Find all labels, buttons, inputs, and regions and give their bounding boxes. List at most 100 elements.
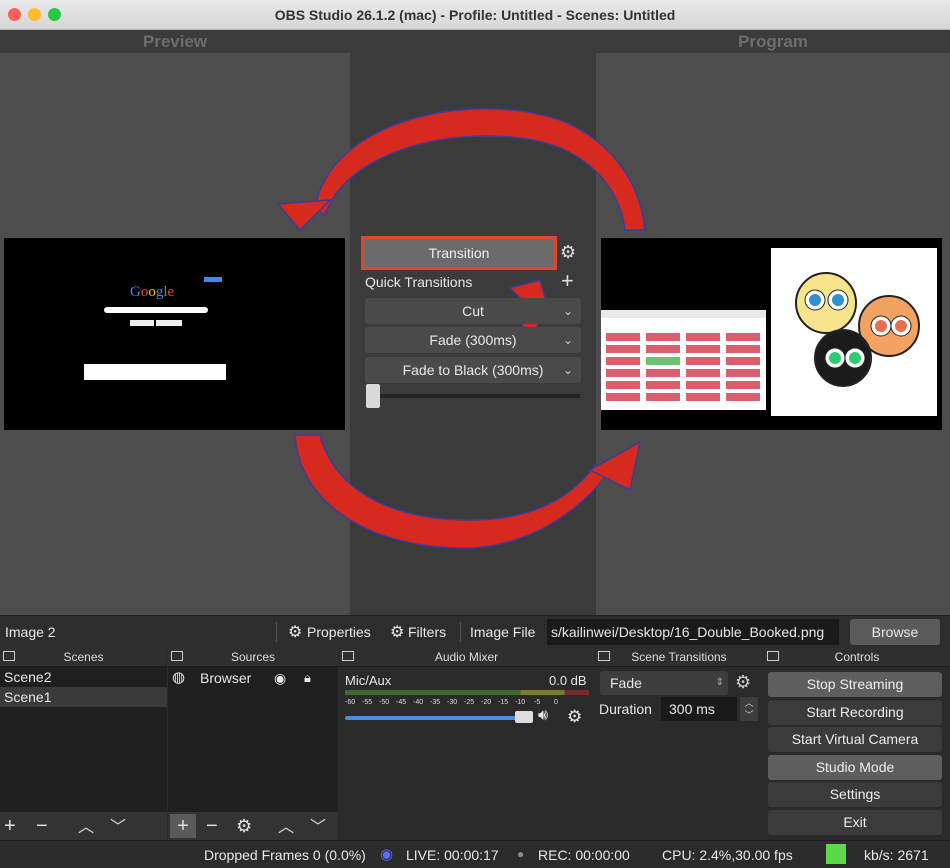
dock-float-icon[interactable] <box>171 651 183 661</box>
minimize-window-button[interactable] <box>28 8 41 21</box>
quick-transition-cut[interactable]: Cut ⌄ <box>365 298 581 324</box>
start-virtual-camera-button[interactable]: Start Virtual Camera <box>768 727 942 752</box>
cartoon-illustration-icon <box>795 272 920 387</box>
add-quick-transition-plus-icon[interactable]: + <box>561 268 574 294</box>
image-file-path-field[interactable]: s/kailinwei/Desktop/16_Double_Booked.png <box>547 619 839 645</box>
tbar-track[interactable] <box>368 394 580 398</box>
program-tile <box>606 333 640 341</box>
program-tile <box>686 333 720 341</box>
source-toolbar: Image 2 ⚙ Properties ⚙ Filters Image Fil… <box>0 615 950 648</box>
preview-screen[interactable]: Google <box>4 238 345 430</box>
properties-gear-icon: ⚙ <box>288 624 303 641</box>
mixer-gear-icon[interactable]: ⚙ <box>567 707 582 727</box>
scenes-title: Scenes <box>63 650 104 664</box>
meter-tick: -15 <box>498 699 508 706</box>
scene-item[interactable]: Scene2 <box>0 667 167 687</box>
title-bar: OBS Studio 26.1.2 (mac) - Profile: Untit… <box>0 0 950 30</box>
transition-properties-gear-icon[interactable]: ⚙ <box>735 672 751 693</box>
duration-stepper[interactable]: ︿ ﹀ <box>740 697 758 721</box>
transition-selected-label: Fade <box>610 675 642 691</box>
tbar-slider-handle[interactable] <box>366 384 380 408</box>
fade-black-chevron-down-icon: ⌄ <box>562 363 573 377</box>
quick-transition-fade-black[interactable]: Fade to Black (300ms) ⌄ <box>365 357 581 383</box>
program-tile <box>646 357 680 365</box>
meter-tick: -35 <box>430 699 440 706</box>
move-scene-up-icon[interactable]: ︿ <box>78 816 94 840</box>
image-file-label: Image File <box>470 624 536 640</box>
preview-title: Preview <box>142 32 208 51</box>
transitions-title: Scene Transitions <box>631 650 727 664</box>
transition-select[interactable]: Fade ⇕ <box>600 671 728 695</box>
quick-transition-fade[interactable]: Fade (300ms) ⌄ <box>365 327 581 353</box>
program-tile <box>646 345 680 353</box>
duration-label: Duration <box>599 701 652 717</box>
program-tile <box>646 381 680 389</box>
meter-tick: -10 <box>515 699 525 706</box>
dropped-frames-text: Dropped Frames 0 (0.0%) <box>204 847 366 863</box>
program-screen[interactable] <box>601 238 942 430</box>
dock-float-icon[interactable] <box>767 651 779 661</box>
studio-area: Preview Program Google Transition ⚙ Quic… <box>0 30 950 615</box>
speaker-mute-icon[interactable]: 🔊︎ <box>538 707 548 725</box>
scene-item-selected[interactable]: Scene1 <box>0 687 167 707</box>
status-bar: Dropped Frames 0 (0.0%) ◉ LIVE: 00:00:17… <box>0 840 950 868</box>
properties-button[interactable]: Properties <box>307 624 371 640</box>
filters-button[interactable]: Filters <box>408 624 446 640</box>
move-scene-down-icon[interactable]: ﹀ <box>110 816 126 840</box>
volume-slider-handle[interactable] <box>515 711 533 723</box>
filters-icon: ⚙ <box>390 624 405 641</box>
scene-transitions-dock: Scene Transitions Fade ⇕ ⚙ Duration 300 m… <box>595 648 763 840</box>
transition-settings-gear-icon[interactable]: ⚙ <box>560 242 576 263</box>
preview-lucky-btn <box>156 320 182 326</box>
sources-dock-header: Sources <box>168 648 338 667</box>
volume-slider-track[interactable] <box>345 716 521 720</box>
transitions-dock-header: Scene Transitions <box>595 648 763 667</box>
source-name: Browser <box>200 670 252 686</box>
start-recording-button[interactable]: Start Recording <box>768 700 942 725</box>
move-source-down-icon[interactable]: ﹀ <box>310 816 326 840</box>
meter-tick: -5 <box>534 699 540 706</box>
lock-icon[interactable]: 🔒︎ <box>304 667 311 689</box>
dock-float-icon[interactable] <box>342 651 354 661</box>
zoom-window-button[interactable] <box>48 8 61 21</box>
mixer-title: Audio Mixer <box>434 650 499 664</box>
duration-input[interactable]: 300 ms <box>661 697 737 721</box>
remove-scene-minus-icon[interactable]: − <box>36 814 48 838</box>
studio-mode-button[interactable]: Studio Mode <box>768 755 942 780</box>
program-tile <box>686 357 720 365</box>
source-item-browser[interactable]: ◍ Browser ◉ 🔒︎ <box>168 667 338 689</box>
add-scene-plus-icon[interactable]: + <box>4 814 16 838</box>
meter-scale: -60 -55 -50 -45 -40 -35 -30 -25 -20 -15 … <box>345 699 558 706</box>
fade-black-label: Fade to Black (300ms) <box>402 362 544 378</box>
remove-source-minus-icon[interactable]: − <box>206 814 218 838</box>
meter-tick: 0 <box>554 699 558 706</box>
settings-button[interactable]: Settings <box>768 782 942 807</box>
program-tile <box>646 369 680 377</box>
stream-health-indicator <box>826 844 846 864</box>
program-tile <box>686 369 720 377</box>
program-tile <box>726 333 760 341</box>
live-broadcast-icon: ◉ <box>380 846 394 863</box>
bitrate-text: kb/s: 2671 <box>864 847 929 863</box>
eye-visibility-icon[interactable]: ◉ <box>274 667 286 689</box>
program-tile <box>686 381 720 389</box>
signin-chip <box>204 277 222 282</box>
source-settings-gear-icon[interactable]: ⚙ <box>236 814 252 838</box>
browse-button[interactable]: Browse <box>850 619 940 645</box>
close-window-button[interactable] <box>8 8 21 21</box>
program-tile <box>686 345 720 353</box>
add-source-plus-icon[interactable]: + <box>170 814 196 838</box>
meter-tick: -60 <box>345 699 355 706</box>
google-logo: Google <box>130 284 175 300</box>
program-tile <box>646 393 680 401</box>
transition-button[interactable]: Transition <box>361 236 557 270</box>
stop-streaming-button[interactable]: Stop Streaming <box>768 672 942 697</box>
preview-search-btn <box>130 320 154 326</box>
program-tile <box>646 333 680 341</box>
exit-button[interactable]: Exit <box>768 810 942 835</box>
dock-float-icon[interactable] <box>3 651 15 661</box>
program-tile <box>726 393 760 401</box>
scenes-dock-header: Scenes <box>0 648 167 667</box>
dock-float-icon[interactable] <box>598 651 610 661</box>
move-source-up-icon[interactable]: ︿ <box>278 816 294 840</box>
